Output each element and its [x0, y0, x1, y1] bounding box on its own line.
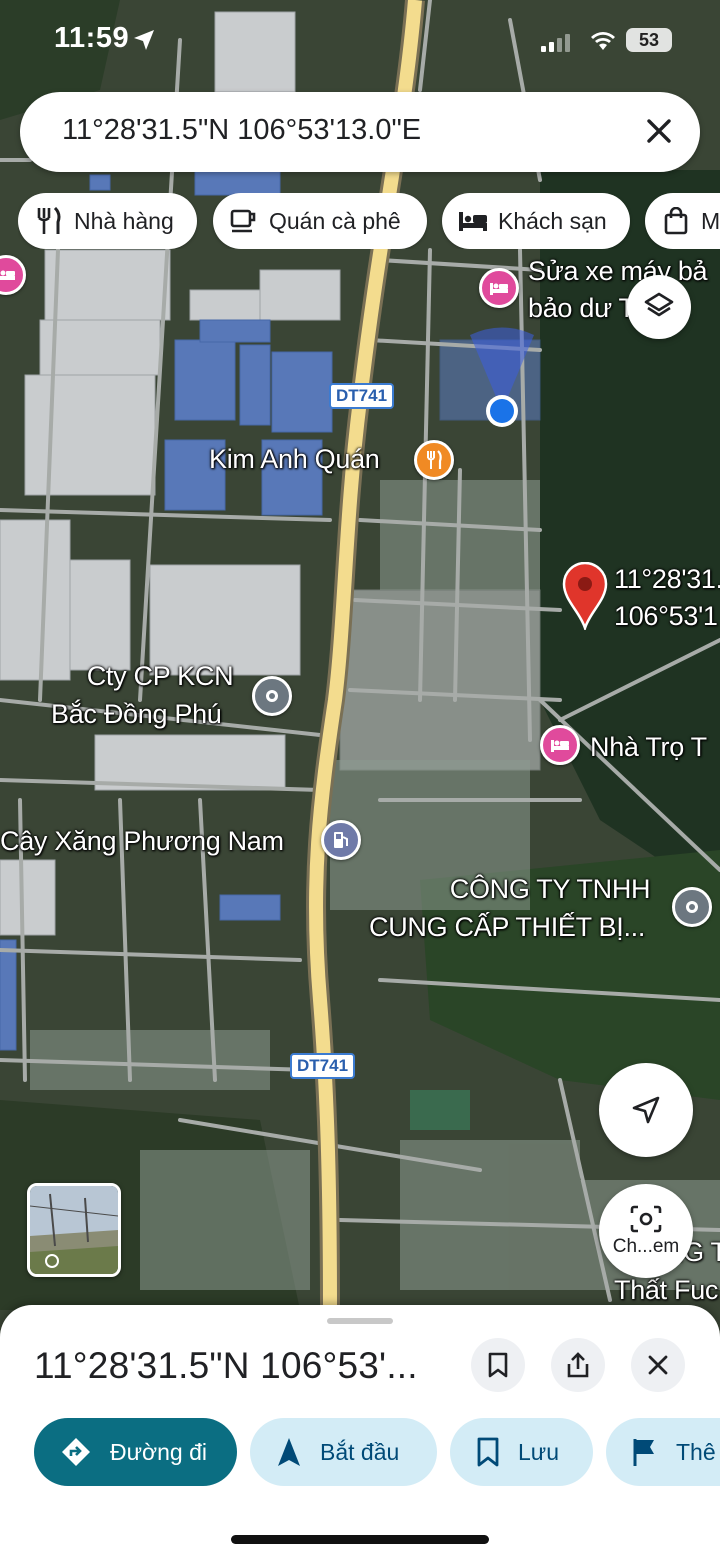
hotel-pin-icon[interactable] [479, 268, 519, 308]
close-icon [648, 1355, 668, 1375]
coffee-cup-icon [229, 206, 259, 236]
poi-label[interactable]: CÔNG TY TNHH [400, 873, 700, 905]
poi-label[interactable]: Cây Xăng Phương Nam [0, 825, 284, 857]
battery-indicator: 53 [626, 28, 672, 52]
status-time: 11:59 [54, 22, 130, 54]
place-title: 11°28'31.5"N 106°53'... [34, 1345, 418, 1386]
navigation-arrow-icon [632, 1096, 660, 1124]
place-bottom-sheet[interactable]: 11°28'31.5"N 106°53'... Đường đi Bắt đầu… [0, 1305, 720, 1557]
layers-icon [644, 292, 674, 317]
sheet-grabber[interactable] [327, 1318, 393, 1324]
chip-label: M [701, 207, 720, 234]
chip-label: Nhà hàng [74, 207, 174, 234]
camera-lens-icon [630, 1205, 662, 1233]
pin-label[interactable]: 11°28'31.5 [614, 563, 720, 595]
chip-restaurants[interactable]: Nhà hàng [18, 193, 197, 249]
chip-label: Quán cà phê [269, 207, 401, 234]
add-label-button[interactable]: Thê [606, 1418, 720, 1486]
directions-icon [60, 1436, 92, 1468]
home-indicator[interactable] [231, 1535, 489, 1544]
category-chips: Nhà hàng Quán cà phê Khách sạn M [18, 193, 720, 249]
location-arrow-icon [134, 30, 154, 50]
save-button[interactable]: Lưu [450, 1418, 593, 1486]
directions-label: Đường đi [110, 1438, 207, 1465]
close-icon[interactable] [640, 112, 678, 150]
route-shield-dt741: DT741 [329, 383, 395, 409]
add-label-label: Thê [676, 1438, 716, 1465]
poi-label[interactable]: Bắc Đồng Phú [51, 698, 222, 730]
poi-label[interactable]: Cty CP KCN [60, 660, 260, 692]
hotel-pin-icon[interactable] [540, 725, 580, 765]
save-button[interactable] [471, 1338, 525, 1392]
restaurant-pin-icon[interactable] [414, 440, 454, 480]
flag-icon [632, 1437, 658, 1467]
dropped-pin-icon[interactable] [562, 562, 608, 630]
share-icon [567, 1352, 589, 1378]
bookmark-icon [488, 1352, 508, 1378]
lens-label: Ch...em [612, 1236, 680, 1257]
bookmark-icon [476, 1437, 500, 1467]
poi-label[interactable]: Thất Fuc [614, 1274, 718, 1306]
gas-station-pin-icon[interactable] [321, 820, 361, 860]
my-location-dot [470, 327, 534, 427]
chip-shopping[interactable]: M [645, 193, 720, 249]
chip-cafes[interactable]: Quán cà phê [213, 193, 427, 249]
shopping-bag-icon [661, 206, 691, 236]
navigation-arrow-icon [276, 1436, 302, 1468]
poi-label[interactable]: CUNG CẤP THIẾT BỊ... [369, 911, 645, 943]
poi-pin-icon[interactable] [252, 676, 292, 716]
chip-hotels[interactable]: Khách sạn [442, 193, 630, 249]
search-bar[interactable]: 11°28'31.5"N 106°53'13.0"E [20, 92, 700, 172]
start-label: Bắt đầu [320, 1438, 400, 1465]
poi-label[interactable]: Nhà Trọ T [590, 731, 707, 763]
layers-button[interactable] [627, 275, 691, 339]
search-query-text[interactable]: 11°28'31.5"N 106°53'13.0"E [62, 114, 421, 147]
start-button[interactable]: Bắt đầu [250, 1418, 437, 1486]
pin-label[interactable]: 106°53'1 [614, 600, 718, 632]
bed-icon [458, 206, 488, 236]
route-shield-dt741: DT741 [290, 1053, 356, 1079]
street-view-thumbnail[interactable] [27, 1183, 121, 1277]
my-location-button[interactable] [599, 1063, 693, 1157]
wifi-icon [591, 32, 615, 50]
save-label: Lưu [518, 1438, 559, 1465]
poi-label[interactable]: Kim Anh Quán [209, 443, 380, 475]
status-bar: 11:59 53 [0, 18, 720, 62]
action-buttons-row: Đường đi Bắt đầu Lưu Thê [0, 1418, 720, 1486]
lens-button[interactable]: Ch...em [599, 1184, 693, 1278]
directions-button[interactable]: Đường đi [34, 1418, 237, 1486]
cellular-signal-icon [541, 34, 570, 52]
chip-label: Khách sạn [498, 207, 607, 234]
street-view-photo [30, 1186, 118, 1274]
share-button[interactable] [551, 1338, 605, 1392]
close-sheet-button[interactable] [631, 1338, 685, 1392]
poi-pin-icon[interactable] [672, 887, 712, 927]
fork-knife-icon [34, 206, 64, 236]
